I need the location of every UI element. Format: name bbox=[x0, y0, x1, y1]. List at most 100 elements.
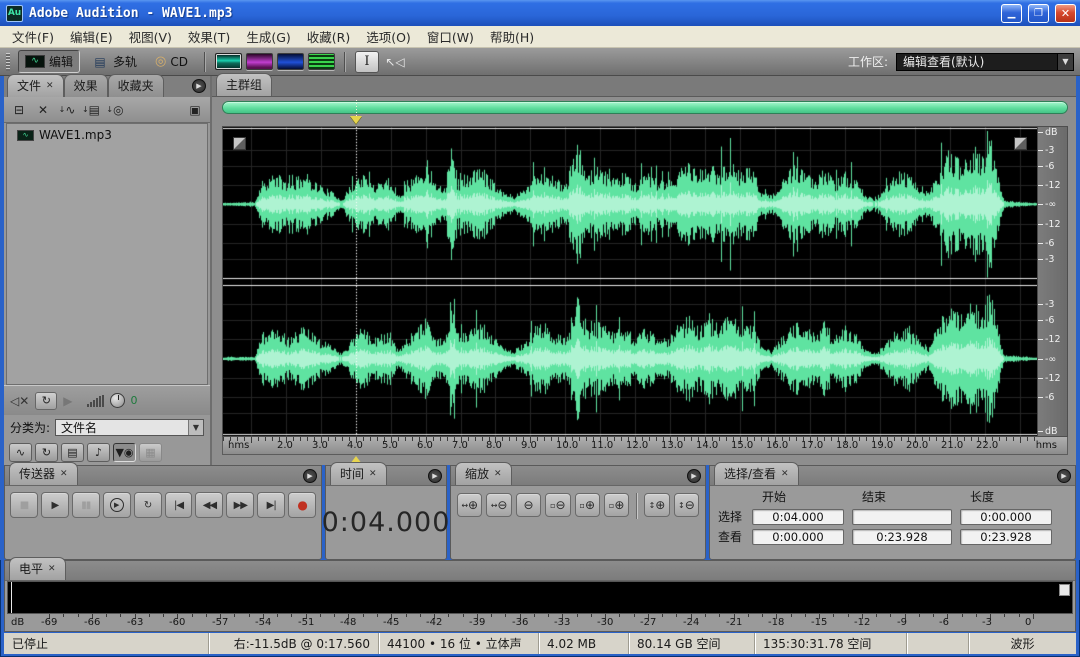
show-audio-files-icon[interactable]: ∿ bbox=[9, 443, 32, 462]
menu-item-帮助[interactable]: 帮助(H) bbox=[482, 25, 542, 48]
close-icon[interactable]: ✕ bbox=[781, 469, 789, 479]
amplitude-ruler[interactable]: dB-3-6-12-∞-12-6-3-3-6-12-∞-12-6dB bbox=[1037, 127, 1067, 436]
zoom-out-horizontal-button[interactable]: ↔⊖ bbox=[486, 493, 511, 517]
menu-item-效果[interactable]: 效果(T) bbox=[180, 25, 238, 48]
scroll-handle-icon[interactable] bbox=[233, 137, 246, 150]
loop-preview-button[interactable]: ↻ bbox=[35, 392, 57, 410]
tab-效果[interactable]: 效果 bbox=[64, 74, 108, 97]
fast-forward-button[interactable]: ▶▶ bbox=[226, 492, 254, 518]
time-display[interactable]: 0:04.000 bbox=[322, 507, 451, 538]
maximize-button[interactable]: ❐ bbox=[1028, 4, 1049, 23]
menu-item-文件[interactable]: 文件(F) bbox=[4, 25, 62, 48]
insert-into-session-icon[interactable]: ↓▤ bbox=[80, 100, 102, 120]
menu-item-收藏[interactable]: 收藏(R) bbox=[299, 25, 358, 48]
close-button[interactable]: ✕ bbox=[1055, 4, 1076, 23]
view-end-field[interactable]: 0:23.928 bbox=[852, 529, 952, 545]
close-icon[interactable]: ✕ bbox=[60, 469, 68, 479]
volume-bars-icon[interactable] bbox=[87, 395, 104, 407]
menu-item-编辑[interactable]: 编辑(E) bbox=[62, 25, 121, 48]
panel-menu-icon[interactable]: ▶ bbox=[687, 469, 701, 483]
view-length-field[interactable]: 0:23.928 bbox=[960, 529, 1052, 545]
menu-item-生成[interactable]: 生成(G) bbox=[238, 25, 298, 48]
level-meter[interactable] bbox=[7, 581, 1073, 614]
scrub-tool-button[interactable]: ↖◁ bbox=[383, 51, 407, 73]
chevron-down-icon[interactable]: ▼ bbox=[1057, 54, 1073, 70]
show-video-files-icon[interactable]: ▤ bbox=[61, 443, 84, 462]
zoom-out-full-button[interactable]: ⊖ bbox=[516, 493, 541, 517]
pause-button[interactable]: ▮▮ bbox=[72, 492, 100, 518]
show-midi-files-icon[interactable]: ♪ bbox=[87, 443, 110, 462]
cd-view-button[interactable]: ◎ CD bbox=[148, 52, 195, 72]
tab-transport[interactable]: 传送器 ✕ bbox=[9, 462, 78, 485]
loop-play-button[interactable]: ↻ bbox=[134, 492, 162, 518]
mute-speaker-icon[interactable]: ◁✕ bbox=[10, 394, 29, 408]
record-button[interactable]: ● bbox=[288, 492, 316, 518]
playhead-marker-icon[interactable] bbox=[350, 116, 362, 124]
menu-item-视图[interactable]: 视图(V) bbox=[121, 25, 180, 48]
minimize-button[interactable]: ▁ bbox=[1001, 4, 1022, 23]
tab-levels[interactable]: 电平 ✕ bbox=[9, 557, 66, 580]
list-item[interactable]: ∿WAVE1.mp3 bbox=[7, 124, 207, 144]
menu-item-选项[interactable]: 选项(O) bbox=[358, 25, 419, 48]
selection-length-field[interactable]: 0:00.000 bbox=[960, 509, 1052, 525]
zoom-to-selection-button[interactable]: ▫⊖ bbox=[545, 493, 570, 517]
close-file-icon[interactable]: ✕ bbox=[32, 100, 54, 120]
zoom-in-horizontal-button[interactable]: ↔⊕ bbox=[457, 493, 482, 517]
import-file-icon[interactable]: ⊟ bbox=[8, 100, 30, 120]
preview-options-icon[interactable]: ▦ bbox=[139, 443, 162, 462]
filter-options-icon[interactable]: ▼◉ bbox=[113, 443, 136, 462]
zoom-in-selection-right-button[interactable]: ▫⊕ bbox=[604, 493, 629, 517]
stop-button[interactable]: ■ bbox=[10, 492, 38, 518]
tab-文件[interactable]: 文件✕ bbox=[7, 74, 64, 97]
show-loop-files-icon[interactable]: ↻ bbox=[35, 443, 58, 462]
multitrack-view-label: 多轨 bbox=[113, 53, 137, 70]
tab-main-group[interactable]: 主群组 bbox=[216, 73, 272, 96]
rewind-button[interactable]: ◀◀ bbox=[195, 492, 223, 518]
time-ruler[interactable]: 2.03.04.05.06.07.08.09.010.011.012.013.0… bbox=[222, 437, 1068, 455]
waveform-display[interactable] bbox=[223, 127, 1037, 436]
close-icon[interactable]: ✕ bbox=[48, 564, 56, 574]
selection-end-field[interactable] bbox=[852, 509, 952, 525]
selection-start-field[interactable]: 0:04.000 bbox=[752, 509, 844, 525]
view-start-field[interactable]: 0:00.000 bbox=[752, 529, 844, 545]
insert-into-multitrack-icon[interactable]: ↓∿ bbox=[56, 100, 78, 120]
zoom-out-vertical-button[interactable]: ↕⊖ bbox=[674, 493, 699, 517]
tab-收藏夹[interactable]: 收藏夹 bbox=[108, 74, 164, 97]
workspace-select[interactable]: 编辑查看(默认) ▼ bbox=[896, 53, 1074, 71]
close-icon[interactable]: ✕ bbox=[369, 469, 377, 479]
phase-display-button[interactable] bbox=[277, 53, 304, 70]
time-selection-tool-button[interactable]: I bbox=[355, 51, 379, 73]
play-from-cursor-button[interactable]: ▶ bbox=[103, 492, 131, 518]
overview-range-bar[interactable] bbox=[222, 101, 1068, 114]
multitrack-view-button[interactable]: ▤ 多轨 bbox=[84, 50, 144, 73]
go-to-end-button[interactable]: ▶| bbox=[257, 492, 285, 518]
scroll-handle-icon[interactable] bbox=[1014, 137, 1027, 150]
clip-indicator[interactable] bbox=[1059, 584, 1070, 596]
waveform-display-button[interactable] bbox=[215, 53, 242, 70]
panel-menu-icon[interactable]: ▶ bbox=[428, 469, 442, 483]
tab-selection-view[interactable]: 选择/查看 ✕ bbox=[714, 462, 799, 485]
close-icon[interactable]: ✕ bbox=[494, 469, 502, 479]
panel-menu-icon[interactable]: ▶ bbox=[1057, 469, 1071, 483]
menu-item-窗口[interactable]: 窗口(W) bbox=[419, 25, 482, 48]
go-to-start-button[interactable]: |◀ bbox=[165, 492, 193, 518]
tab-time[interactable]: 时间 ✕ bbox=[330, 462, 387, 485]
close-icon[interactable]: ✕ bbox=[46, 81, 54, 91]
zoom-in-vertical-button[interactable]: ↕⊕ bbox=[644, 493, 669, 517]
chevron-down-icon[interactable]: ▼ bbox=[188, 420, 203, 435]
tab-zoom[interactable]: 缩放 ✕ bbox=[455, 462, 512, 485]
spectral-display-button[interactable] bbox=[246, 53, 273, 70]
panel-menu-icon[interactable]: ▶ bbox=[303, 469, 317, 483]
db-tick-label: -3 bbox=[1045, 255, 1054, 265]
panel-menu-icon[interactable]: ▶ bbox=[192, 79, 206, 93]
zoom-in-selection-left-button[interactable]: ▫⊕ bbox=[575, 493, 600, 517]
pan-display-button[interactable] bbox=[308, 53, 335, 70]
insert-into-cd-icon[interactable]: ↓◎ bbox=[104, 100, 126, 120]
toolbar-grip[interactable] bbox=[6, 53, 10, 71]
advanced-options-icon[interactable]: ▣ bbox=[184, 100, 206, 120]
sort-select[interactable]: 文件名 ▼ bbox=[55, 419, 204, 436]
play-preview-icon[interactable]: ▶ bbox=[63, 394, 72, 408]
volume-knob[interactable] bbox=[110, 393, 125, 408]
edit-view-button[interactable]: ∿ 编辑 bbox=[18, 50, 80, 73]
play-button[interactable]: ▶ bbox=[41, 492, 69, 518]
